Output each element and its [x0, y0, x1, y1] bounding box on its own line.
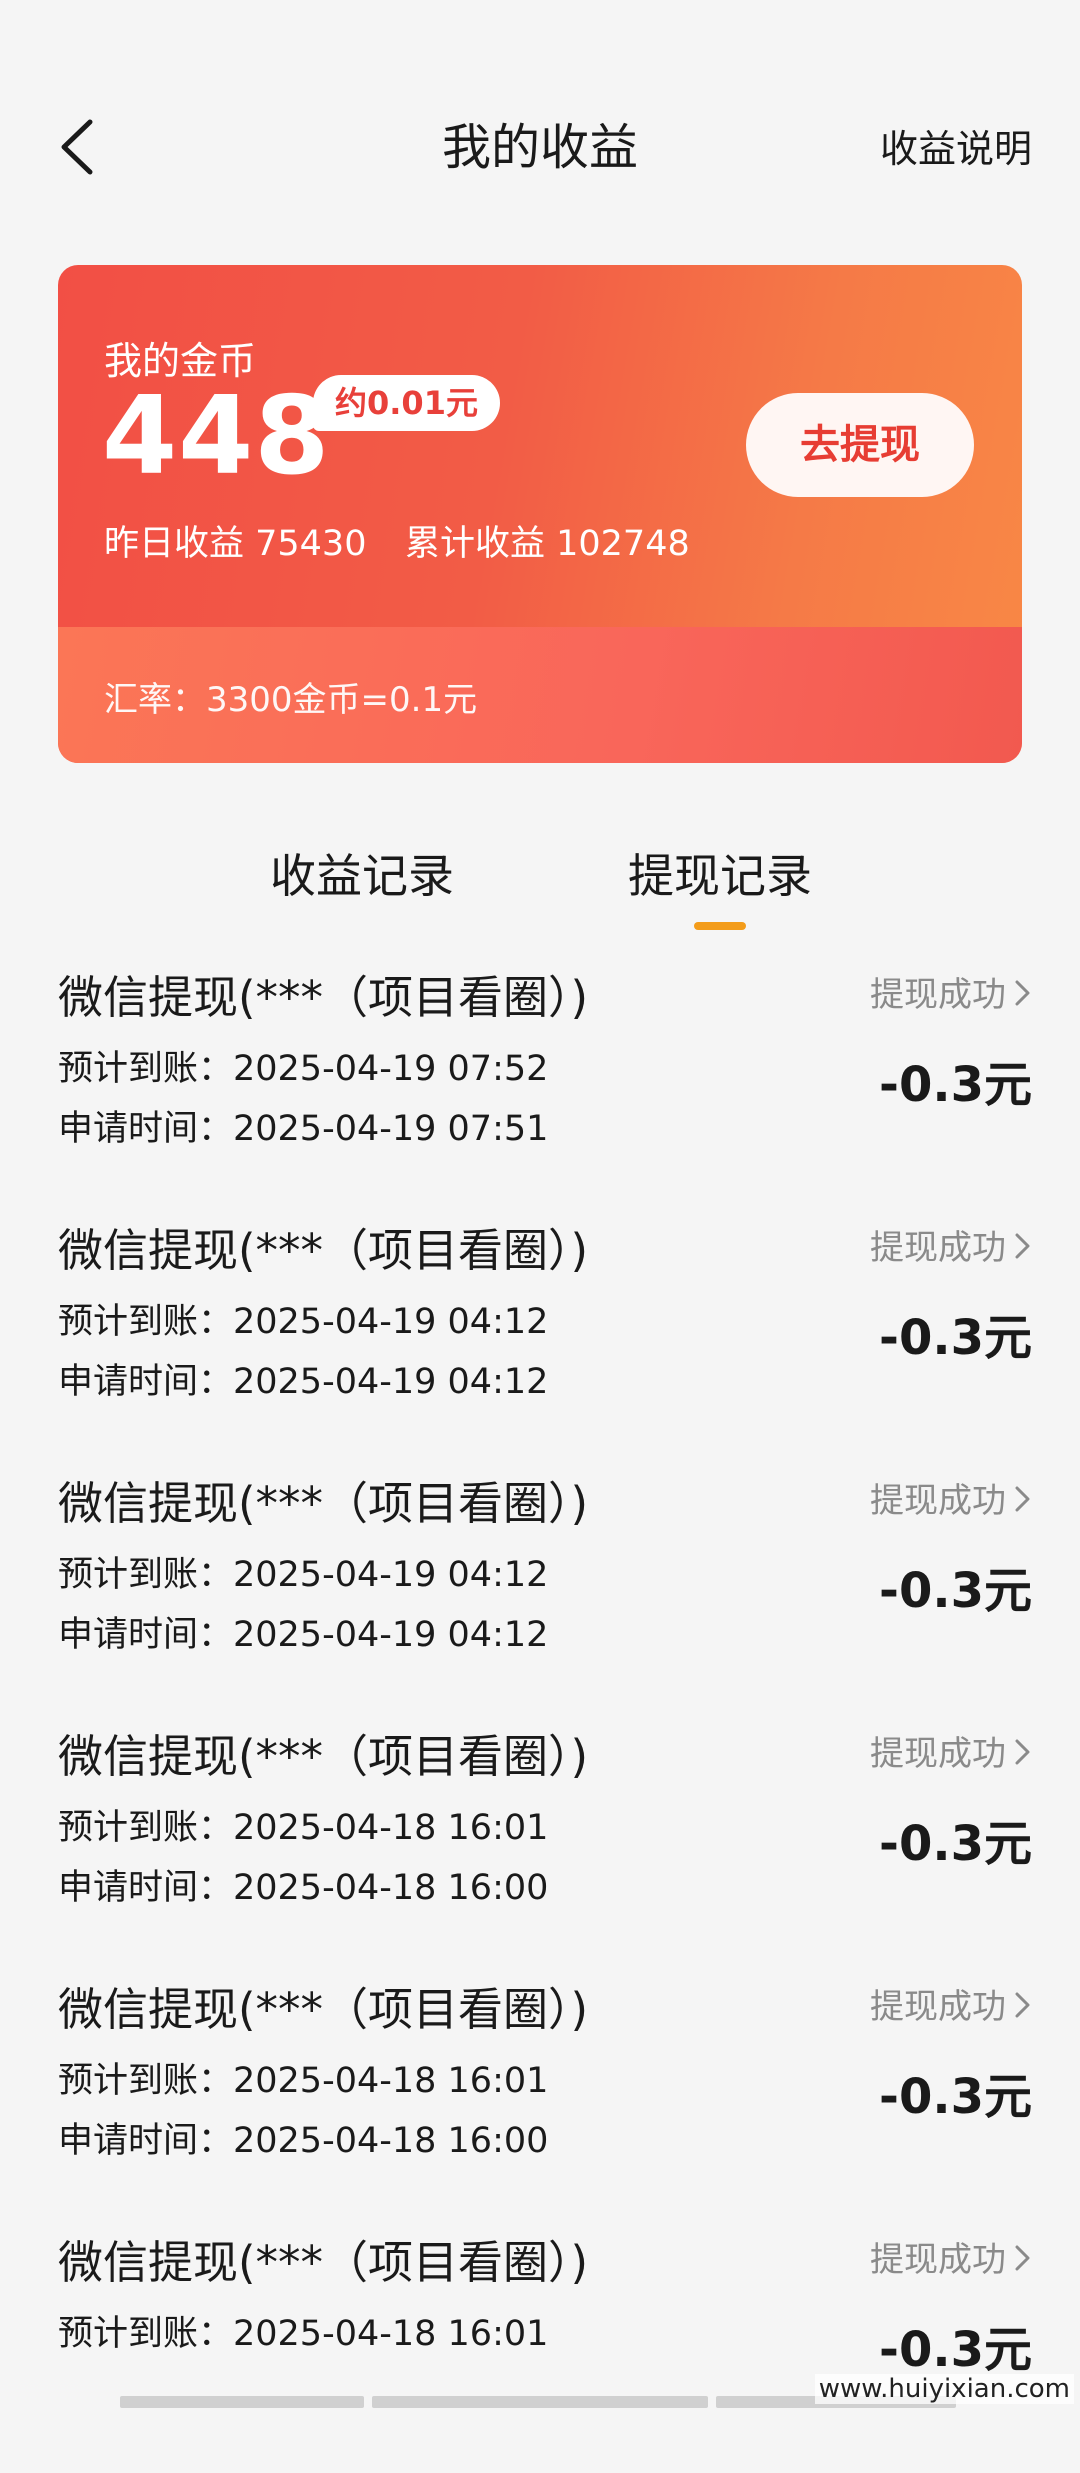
list-item[interactable]: 微信提现(***（项目看圈）) 提现成功 预计到账：2025-04-19 04:…: [0, 1461, 1080, 1714]
exchange-rate-text: 汇率：3300金币=0.1元: [104, 680, 478, 720]
record-amount: -0.3元: [879, 1816, 1032, 1872]
record-applied-time: 申请时间：2025-04-19 04:12: [58, 1615, 549, 1655]
list-item[interactable]: 微信提现(***（项目看圈）) 提现成功 预计到账：2025-04-18 16:…: [0, 1714, 1080, 1967]
record-expected-time: 预计到账：2025-04-19 07:52: [58, 1049, 549, 1089]
record-status-label: 提现成功: [870, 975, 1006, 1015]
list-item[interactable]: 微信提现(***（项目看圈）) 提现成功 预计到账：2025-04-18 16:…: [0, 1967, 1080, 2220]
record-amount: -0.3元: [879, 1310, 1032, 1366]
record-status-label: 提现成功: [870, 1481, 1006, 1521]
record-applied-time: 申请时间：2025-04-18 16:00: [58, 2121, 549, 2161]
exchange-rate-bar: 汇率：3300金币=0.1元: [58, 627, 1022, 763]
record-status[interactable]: 提现成功: [870, 967, 1032, 1017]
record-title: 微信提现(***（项目看圈）): [58, 1477, 589, 1530]
header: 我的收益 收益说明: [0, 0, 1080, 250]
coin-balance: 448: [102, 374, 331, 499]
chevron-right-icon: [1014, 1989, 1032, 2029]
record-status-label: 提现成功: [870, 1228, 1006, 1268]
record-tabs: 收益记录 提现记录: [0, 830, 1080, 940]
list-item[interactable]: 微信提现(***（项目看圈）) 提现成功 预计到账：2025-04-18 16:…: [0, 2220, 1080, 2473]
record-status[interactable]: 提现成功: [870, 1979, 1032, 2029]
record-expected-time: 预计到账：2025-04-18 16:01: [58, 2061, 549, 2101]
record-title: 微信提现(***（项目看圈）): [58, 2236, 589, 2289]
approx-value-badge: 约0.01元: [313, 375, 500, 431]
chevron-right-icon: [1014, 977, 1032, 1017]
total-earnings: 累计收益 102748: [405, 524, 690, 564]
record-status[interactable]: 提现成功: [870, 1473, 1032, 1523]
record-expected-time: 预计到账：2025-04-18 16:01: [58, 1808, 549, 1848]
coin-card-top: 我的金币 448 约0.01元 昨日收益 75430 累计收益 102748 去…: [58, 265, 1022, 627]
record-amount: -0.3元: [879, 1057, 1032, 1113]
record-applied-time: 申请时间：2025-04-19 04:12: [58, 1362, 549, 1402]
chevron-right-icon: [1014, 1736, 1032, 1776]
chevron-right-icon: [1014, 1230, 1032, 1270]
record-title: 微信提现(***（项目看圈）): [58, 971, 589, 1024]
chevron-right-icon: [1014, 2242, 1032, 2282]
record-expected-time: 预计到账：2025-04-19 04:12: [58, 1555, 549, 1595]
scrollbar-segment: [120, 2396, 364, 2408]
tab-withdraw-records[interactable]: 提现记录: [628, 840, 812, 906]
record-status-label: 提现成功: [870, 1987, 1006, 2027]
coin-card: 我的金币 448 约0.01元 昨日收益 75430 累计收益 102748 去…: [58, 265, 1022, 763]
record-expected-time: 预计到账：2025-04-19 04:12: [58, 1302, 549, 1342]
record-applied-time: 申请时间：2025-04-19 07:51: [58, 1109, 549, 1149]
withdraw-button[interactable]: 去提现: [746, 393, 974, 497]
record-title: 微信提现(***（项目看圈）): [58, 1224, 589, 1277]
record-amount: -0.3元: [879, 1563, 1032, 1619]
record-status[interactable]: 提现成功: [870, 1220, 1032, 1270]
scrollbar-segment: [372, 2396, 708, 2408]
earnings-help-link[interactable]: 收益说明: [880, 118, 1032, 173]
watermark: www.huiyixian.com: [814, 2374, 1074, 2404]
chevron-right-icon: [1014, 1483, 1032, 1523]
record-status[interactable]: 提现成功: [870, 2232, 1032, 2282]
tab-income-records[interactable]: 收益记录: [270, 840, 454, 906]
record-status[interactable]: 提现成功: [870, 1726, 1032, 1776]
record-expected-time: 预计到账：2025-04-18 16:01: [58, 2314, 549, 2354]
record-status-label: 提现成功: [870, 1734, 1006, 1774]
record-amount: -0.3元: [879, 2069, 1032, 2125]
record-amount: -0.3元: [879, 2322, 1032, 2378]
record-status-label: 提现成功: [870, 2240, 1006, 2280]
list-item[interactable]: 微信提现(***（项目看圈）) 提现成功 预计到账：2025-04-19 04:…: [0, 1208, 1080, 1461]
yesterday-earnings: 昨日收益 75430: [104, 524, 367, 564]
record-applied-time: 申请时间：2025-04-18 16:00: [58, 1868, 549, 1908]
active-tab-indicator: [694, 922, 746, 930]
withdraw-record-list: 微信提现(***（项目看圈）) 提现成功 预计到账：2025-04-19 07:…: [0, 955, 1080, 2473]
list-item[interactable]: 微信提现(***（项目看圈）) 提现成功 预计到账：2025-04-19 07:…: [0, 955, 1080, 1208]
record-title: 微信提现(***（项目看圈）): [58, 1983, 589, 2036]
record-title: 微信提现(***（项目看圈）): [58, 1730, 589, 1783]
